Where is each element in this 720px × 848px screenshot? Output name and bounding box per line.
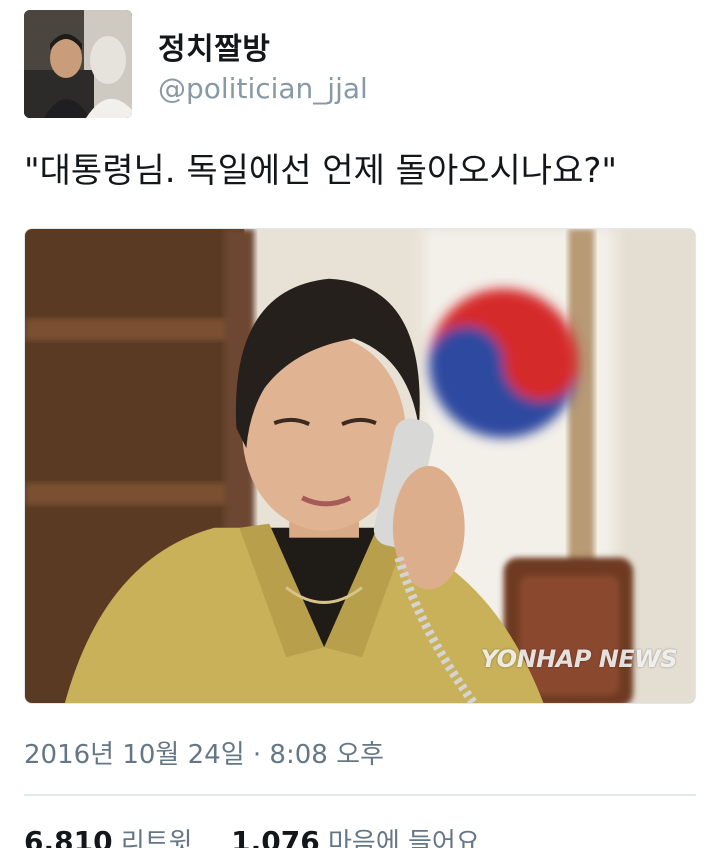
tweet-text: "대통령님. 독일에선 언제 돌아오시나요?" <box>24 151 618 191</box>
avatar[interactable] <box>24 10 132 118</box>
retweet-label[interactable]: 리트윗 <box>121 828 193 848</box>
photo-watermark: YONHAP NEWS <box>480 645 678 673</box>
tweet-stats: 6,810 리트윗 1,076 마음에 들어요 <box>24 822 480 848</box>
tweet-photo[interactable]: YONHAP NEWS <box>24 228 696 704</box>
display-name[interactable]: 정치짤방 <box>158 24 270 68</box>
user-handle[interactable]: @politician_jjal <box>158 72 368 105</box>
divider <box>24 794 696 796</box>
like-count[interactable]: 1,076 <box>231 825 320 848</box>
tweet-header: 정치짤방 @politician_jjal <box>24 10 696 118</box>
retweet-count[interactable]: 6,810 <box>24 825 113 848</box>
photo-image <box>25 229 695 703</box>
tweet-timestamp[interactable]: 2016년 10월 24일 · 8:08 오후 <box>24 734 384 771</box>
like-label[interactable]: 마음에 들어요 <box>328 828 480 848</box>
avatar-image <box>24 10 132 118</box>
